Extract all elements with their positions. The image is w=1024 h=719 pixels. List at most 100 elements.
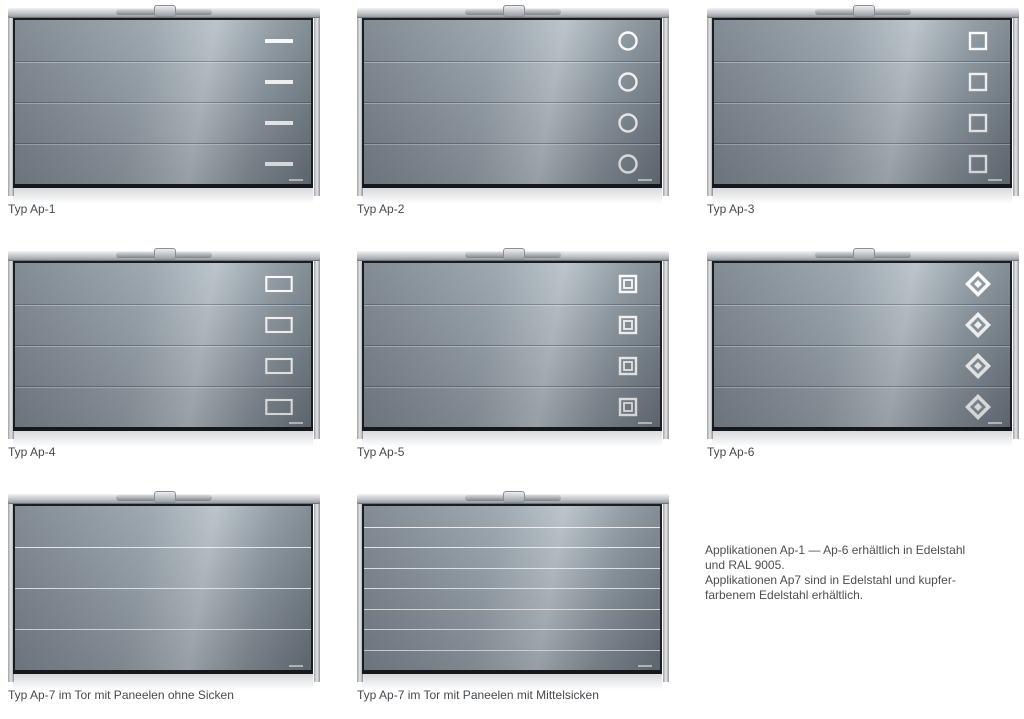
nested-square-icon	[614, 315, 642, 335]
door-caption: Typ Ap-2	[357, 202, 405, 216]
note-line-4: farbenem Edelstahl erhältlich.	[705, 588, 864, 602]
rectangle-icon	[265, 315, 293, 335]
door-leaf	[712, 18, 1012, 186]
brand-mark	[638, 422, 652, 424]
door-caption: Typ Ap-4	[8, 445, 56, 459]
door-caption: Typ Ap-6	[707, 445, 755, 459]
application-stripe	[364, 629, 660, 630]
door-caption: Typ Ap-5	[357, 445, 405, 459]
floor-reflection	[362, 431, 662, 447]
application-stripe	[15, 547, 311, 548]
application-stripe	[15, 588, 311, 589]
note-line-1: Applikationen Ap-1 — Ap-6 erhältlich in …	[705, 543, 966, 557]
door-post-right	[1013, 255, 1019, 439]
door-post-right	[663, 12, 669, 196]
rectangle-icon	[265, 397, 293, 417]
panel-groove	[364, 143, 660, 144]
panel-groove	[714, 61, 1010, 62]
floor-reflection	[712, 431, 1012, 447]
rectangle-icon	[265, 356, 293, 376]
application-stripe	[15, 629, 311, 630]
door-caption: Typ Ap-7 im Tor mit Paneelen ohne Sicken	[8, 688, 234, 702]
panel-groove	[714, 143, 1010, 144]
circle-icon	[614, 31, 642, 51]
panel-groove	[714, 345, 1010, 346]
door-top-rail	[357, 5, 669, 18]
door-opener-head	[154, 5, 176, 17]
application-stripe	[364, 588, 660, 589]
diamond-icon	[964, 312, 992, 338]
door-post-right	[314, 255, 320, 439]
door-top-rail	[707, 248, 1019, 261]
door-leaf	[13, 504, 313, 672]
brand-mark	[638, 179, 652, 181]
door-top-rail	[357, 491, 669, 504]
diamond-icon	[964, 353, 992, 379]
bar-icon	[265, 72, 293, 92]
garage-door-illustration	[357, 5, 669, 204]
door-card: Typ Ap-5	[357, 248, 669, 463]
circle-icon	[614, 154, 642, 174]
application-stripe	[364, 527, 660, 528]
door-card: Typ Ap-4	[8, 248, 320, 463]
door-opener-head	[154, 248, 176, 260]
bar-icon	[265, 113, 293, 133]
panel-groove	[15, 304, 311, 305]
door-top-rail	[357, 248, 669, 261]
door-leaf	[13, 18, 313, 186]
door-top-rail	[8, 491, 320, 504]
door-opener-head	[853, 5, 875, 17]
garage-door-illustration	[357, 491, 669, 690]
panel-groove	[714, 304, 1010, 305]
door-opener-head	[503, 248, 525, 260]
panel-groove	[364, 345, 660, 346]
door-leaf	[362, 504, 662, 672]
door-top-rail	[707, 5, 1019, 18]
rectangle-icon	[265, 274, 293, 294]
application-stripe	[364, 568, 660, 569]
door-leaf	[362, 261, 662, 429]
panel-groove	[15, 386, 311, 387]
diamond-icon	[964, 394, 992, 420]
brand-mark	[289, 665, 303, 667]
floor-reflection	[712, 188, 1012, 204]
panel-groove	[364, 61, 660, 62]
door-leaf	[13, 261, 313, 429]
door-opener-head	[503, 491, 525, 503]
door-leaf	[712, 261, 1012, 429]
door-card: Typ Ap-7 im Tor mit Paneelen ohne Sicken	[8, 491, 320, 706]
square-icon	[964, 31, 992, 51]
square-icon	[964, 113, 992, 133]
garage-door-illustration	[8, 248, 320, 447]
panel-groove	[714, 102, 1010, 103]
circle-icon	[614, 72, 642, 92]
application-stripe	[364, 650, 660, 651]
garage-door-illustration	[8, 491, 320, 690]
door-post-right	[663, 255, 669, 439]
note-line-3: Applikationen Ap7 sind in Edelstahl und …	[705, 573, 956, 587]
circle-icon	[614, 113, 642, 133]
bar-icon	[265, 31, 293, 51]
diamond-icon	[964, 271, 992, 297]
door-top-rail	[8, 248, 320, 261]
door-post-right	[1013, 12, 1019, 196]
application-stripe	[364, 547, 660, 548]
door-post-right	[663, 498, 669, 682]
door-post-right	[314, 12, 320, 196]
door-opener-head	[853, 248, 875, 260]
door-post-right	[314, 498, 320, 682]
garage-door-illustration	[8, 5, 320, 204]
floor-reflection	[362, 188, 662, 204]
brand-mark	[988, 179, 1002, 181]
panel-groove	[714, 386, 1010, 387]
nested-square-icon	[614, 274, 642, 294]
door-card: Typ Ap-3	[707, 5, 1019, 220]
floor-reflection	[13, 188, 313, 204]
door-opener-head	[503, 5, 525, 17]
application-stripe	[364, 609, 660, 610]
door-card: Typ Ap-7 im Tor mit Paneelen mit Mittels…	[357, 491, 669, 706]
square-icon	[964, 72, 992, 92]
panel-groove	[15, 102, 311, 103]
garage-door-illustration	[357, 248, 669, 447]
door-top-rail	[8, 5, 320, 18]
